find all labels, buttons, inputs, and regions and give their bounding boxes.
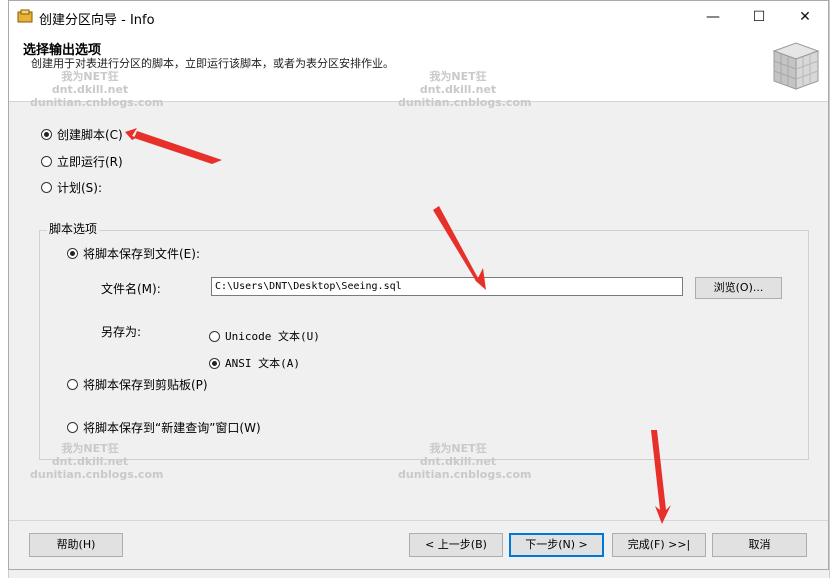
help-button[interactable]: 帮助(H) (29, 533, 123, 557)
database-cube-icon (772, 42, 820, 90)
radio-dot-icon (67, 379, 78, 390)
save-to-query-label: 将脚本保存到“新建查询”窗口(W) (83, 421, 261, 435)
radio-dot-icon (209, 330, 220, 342)
watermark: 我为NET狂 dnt.dkill.net dunitian.cnblogs.com (398, 70, 532, 109)
close-icon[interactable]: ✕ (782, 1, 828, 33)
maximize-icon[interactable]: ☐ (736, 1, 782, 33)
watermark: 我为NET狂 dnt.dkill.net dunitian.cnblogs.com (30, 442, 164, 481)
app-icon (17, 9, 33, 23)
save-to-clipboard-label: 将脚本保存到剪贴板(P) (83, 378, 208, 392)
save-to-file-radio[interactable]: 将脚本保存到文件(E): (67, 245, 200, 262)
run-now-label: 立即运行(R) (57, 155, 123, 169)
back-button[interactable]: < 上一步(B) (409, 533, 503, 557)
save-to-file-label: 将脚本保存到文件(E): (83, 247, 200, 261)
next-button[interactable]: 下一步(N) > (509, 533, 604, 557)
radio-dot-icon (41, 156, 52, 167)
page-subtitle: 创建用于对表进行分区的脚本，立即运行该脚本，或者为表分区安排作业。 (31, 57, 394, 70)
file-name-label: 文件名(M): (101, 282, 161, 296)
footer-divider (9, 520, 828, 521)
radio-dot-icon (209, 357, 220, 369)
create-script-radio[interactable]: 创建脚本(C) (41, 126, 123, 143)
file-name-input[interactable]: C:\Users\DNT\Desktop\Seeing.sql (211, 277, 683, 296)
background-window-right (829, 0, 838, 578)
unicode-text-radio[interactable]: Unicode 文本(U) (209, 328, 320, 344)
finish-button[interactable]: 完成(F) >>| (612, 533, 706, 557)
browse-button[interactable]: 浏览(O)... (695, 277, 782, 299)
create-script-label: 创建脚本(C) (57, 128, 123, 142)
watermark: 我为NET狂 dnt.dkill.net dunitian.cnblogs.com (398, 442, 532, 481)
schedule-label: 计划(S): (57, 181, 103, 195)
radio-dot-icon (41, 182, 52, 193)
cancel-button[interactable]: 取消 (712, 533, 807, 557)
radio-dot-icon (67, 422, 78, 433)
minimize-icon[interactable]: — (690, 1, 736, 33)
run-now-radio[interactable]: 立即运行(R) (41, 153, 123, 170)
window-title: 创建分区向导 - Info (39, 13, 155, 28)
radio-dot-icon (67, 248, 78, 259)
save-as-label: 另存为: (101, 325, 142, 339)
ansi-text-radio[interactable]: ANSI 文本(A) (209, 355, 300, 371)
ansi-text-label: ANSI 文本(A) (225, 357, 300, 370)
title-bar: 创建分区向导 - Info — ☐ ✕ (9, 1, 828, 33)
unicode-text-label: Unicode 文本(U) (225, 330, 320, 343)
schedule-radio[interactable]: 计划(S): (41, 179, 102, 196)
script-options-label: 脚本选项 (47, 220, 100, 237)
watermark: 我为NET狂 dnt.dkill.net dunitian.cnblogs.com (30, 70, 164, 109)
save-to-query-radio[interactable]: 将脚本保存到“新建查询”窗口(W) (67, 419, 261, 436)
save-to-clipboard-radio[interactable]: 将脚本保存到剪贴板(P) (67, 376, 208, 393)
radio-dot-icon (41, 129, 52, 140)
